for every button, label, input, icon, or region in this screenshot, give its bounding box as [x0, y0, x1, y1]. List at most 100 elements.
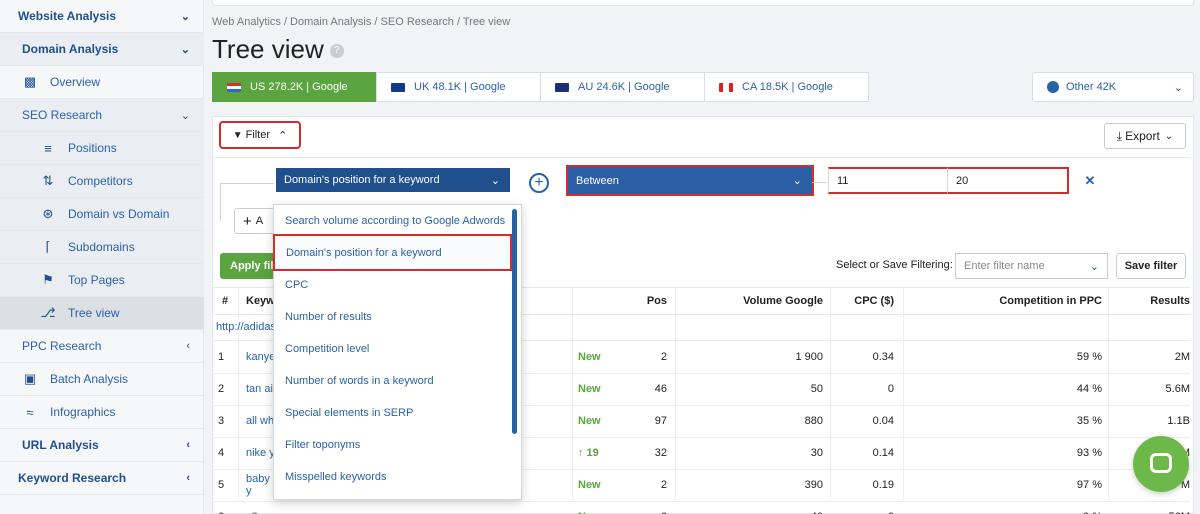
- cell-pos: 46: [654, 383, 667, 395]
- cell-change: ↑ 19: [578, 447, 599, 459]
- dropdown-option-selected[interactable]: Domain's position for a keyword: [273, 234, 512, 271]
- tab-uk-google[interactable]: UK 48.1K | Google: [376, 72, 541, 102]
- chevron-left-icon: ‹: [186, 439, 190, 451]
- column-header-pos[interactable]: Pos: [600, 288, 667, 314]
- filter-parameter-select[interactable]: Domain's position for a keyword ⌄: [276, 168, 510, 192]
- sidebar-item-batch-analysis[interactable]: ▣ Batch Analysis: [0, 363, 204, 396]
- cell-change: New: [578, 479, 601, 491]
- sidebar-item-label: SEO Research: [22, 108, 103, 122]
- positions-icon: ≡: [44, 140, 52, 156]
- filter-operator-select[interactable]: Between ⌄: [566, 165, 814, 196]
- dropdown-scrollbar[interactable]: [512, 209, 517, 434]
- cell-competition: 35 %: [1076, 415, 1102, 427]
- filter-toggle-button[interactable]: ▼ Filter ⌃: [219, 121, 301, 149]
- other-databases-select[interactable]: Other 42K ⌄: [1032, 72, 1194, 102]
- tab-au-google[interactable]: AU 24.6K | Google: [540, 72, 705, 102]
- filter-from-input[interactable]: 11: [828, 167, 948, 194]
- help-icon[interactable]: ?: [329, 44, 344, 59]
- sidebar-item-top-pages[interactable]: ⚑ Top Pages: [0, 264, 204, 297]
- us-flag-icon: [227, 82, 241, 92]
- dropdown-option[interactable]: Number of results: [274, 301, 510, 333]
- cell-keyword[interactable]: nike y: [246, 442, 276, 464]
- sidebar-item-ppc-research[interactable]: PPC Research ‹: [0, 330, 204, 363]
- export-button[interactable]: ⤓ Export ⌄: [1104, 123, 1186, 149]
- filter-name-input[interactable]: Enter filter name ⌄: [955, 253, 1108, 279]
- cell-keyword[interactable]: v2 we: [246, 506, 276, 514]
- cell-volume: 1 900: [795, 351, 823, 363]
- sidebar-item-seo-research[interactable]: SEO Research ⌄: [0, 99, 204, 132]
- cell-pos: 97: [654, 415, 667, 427]
- cell-num: 3: [218, 415, 225, 427]
- cell-keyword[interactable]: baby y: [246, 473, 276, 497]
- dropdown-option[interactable]: Search volume according to Google Adword…: [274, 205, 510, 237]
- sidebar-item-label: PPC Research: [22, 339, 102, 353]
- chevron-up-icon: ⌃: [278, 129, 288, 142]
- tab-us-google[interactable]: US 278.2K | Google: [212, 72, 377, 102]
- sidebar-item-competitors[interactable]: ⇅ Competitors: [0, 165, 204, 198]
- cell-pos: 2: [660, 479, 667, 491]
- export-label: Export: [1125, 129, 1160, 143]
- chevron-down-icon: ⌄: [1173, 81, 1183, 94]
- sidebar-item-infographics[interactable]: ≈ Infographics: [0, 396, 204, 429]
- chevron-down-icon: ⌄: [180, 43, 190, 56]
- cell-keyword[interactable]: tan ai: [246, 378, 276, 400]
- cell-num: 6: [218, 506, 234, 514]
- dropdown-option[interactable]: Number of words in a keyword: [274, 365, 510, 397]
- filter-to-input[interactable]: 20: [947, 167, 1069, 194]
- top-bar: [212, 0, 1194, 6]
- flag-icon: ⚑: [42, 272, 54, 287]
- sidebar-item-domain-analysis[interactable]: Domain Analysis ⌄: [0, 33, 204, 66]
- cell-cpc: 0.34: [872, 351, 894, 363]
- remove-condition-icon[interactable]: ✕: [1081, 172, 1099, 190]
- sidebar-item-domain-vs-domain[interactable]: ⊛ Domain vs Domain: [0, 198, 204, 231]
- save-filter-button[interactable]: Save filter: [1116, 253, 1186, 279]
- sidebar-item-label: Overview: [50, 75, 101, 89]
- cell-competition: 59 %: [1076, 351, 1102, 363]
- group-row-domain[interactable]: http://adidas: [216, 316, 276, 338]
- sidebar-item-overview[interactable]: ▩ Overview: [0, 66, 204, 99]
- sidebar-item-label: URL Analysis: [22, 438, 99, 452]
- apply-filter-label: Apply filt: [230, 260, 278, 272]
- chevron-down-icon: ⌄: [1164, 130, 1174, 142]
- dropdown-option[interactable]: Special elements in SERP: [274, 397, 510, 429]
- sidebar-item-url-analysis[interactable]: URL Analysis ‹: [0, 429, 204, 462]
- tab-label: CA 18.5K | Google: [742, 81, 833, 93]
- cell-pos: 6: [620, 506, 667, 514]
- sidebar-item-website-analysis[interactable]: Website Analysis ⌄: [0, 0, 204, 33]
- apply-filter-button[interactable]: Apply filt: [220, 253, 280, 279]
- column-header-cpc[interactable]: CPC ($): [830, 288, 894, 314]
- cell-change: New: [578, 506, 618, 514]
- cell-volume: 390: [804, 479, 823, 491]
- cell-cpc: 0: [830, 506, 894, 514]
- dropdown-option[interactable]: Misspelled keywords: [274, 461, 510, 493]
- connector-line: [220, 183, 274, 184]
- add-condition-icon[interactable]: +: [529, 173, 549, 193]
- connector-line: [812, 182, 827, 183]
- tab-label: UK 48.1K | Google: [414, 81, 506, 93]
- cell-volume: 40: [700, 506, 823, 514]
- filter-parameter-dropdown: Search volume according to Google Adword…: [273, 204, 522, 500]
- sidebar-item-positions[interactable]: ≡ Positions: [0, 132, 204, 165]
- filter-from-value: 11: [837, 174, 849, 187]
- cell-num: 4: [218, 447, 225, 459]
- competitors-icon: ⇅: [42, 173, 54, 188]
- column-header-results[interactable]: Results: [1110, 288, 1190, 314]
- cell-keyword[interactable]: all wh: [246, 410, 276, 432]
- cell-cpc: 0.04: [872, 415, 894, 427]
- cell-cpc: 0.19: [872, 479, 894, 491]
- page-title: Tree view?: [212, 34, 344, 65]
- dropdown-option[interactable]: Competition level: [274, 333, 510, 365]
- chat-button[interactable]: [1133, 436, 1189, 492]
- dropdown-option[interactable]: CPC: [274, 269, 510, 301]
- cell-num: 2: [218, 383, 225, 395]
- column-header-competition[interactable]: Competition in PPC: [910, 288, 1102, 314]
- download-icon: ⤓: [1116, 128, 1123, 143]
- column-header-volume[interactable]: Volume Google: [700, 288, 823, 314]
- sidebar-item-tree-view[interactable]: ⎇ Tree view: [0, 297, 204, 330]
- dropdown-option[interactable]: Filter toponyms: [274, 429, 510, 461]
- chevron-left-icon: ‹: [186, 340, 190, 352]
- cell-keyword[interactable]: kanye: [246, 346, 276, 368]
- sidebar-item-keyword-research[interactable]: Keyword Research ‹: [0, 462, 204, 495]
- sidebar-item-subdomains[interactable]: ⌈ Subdomains: [0, 231, 204, 264]
- tab-ca-google[interactable]: CA 18.5K | Google: [704, 72, 869, 102]
